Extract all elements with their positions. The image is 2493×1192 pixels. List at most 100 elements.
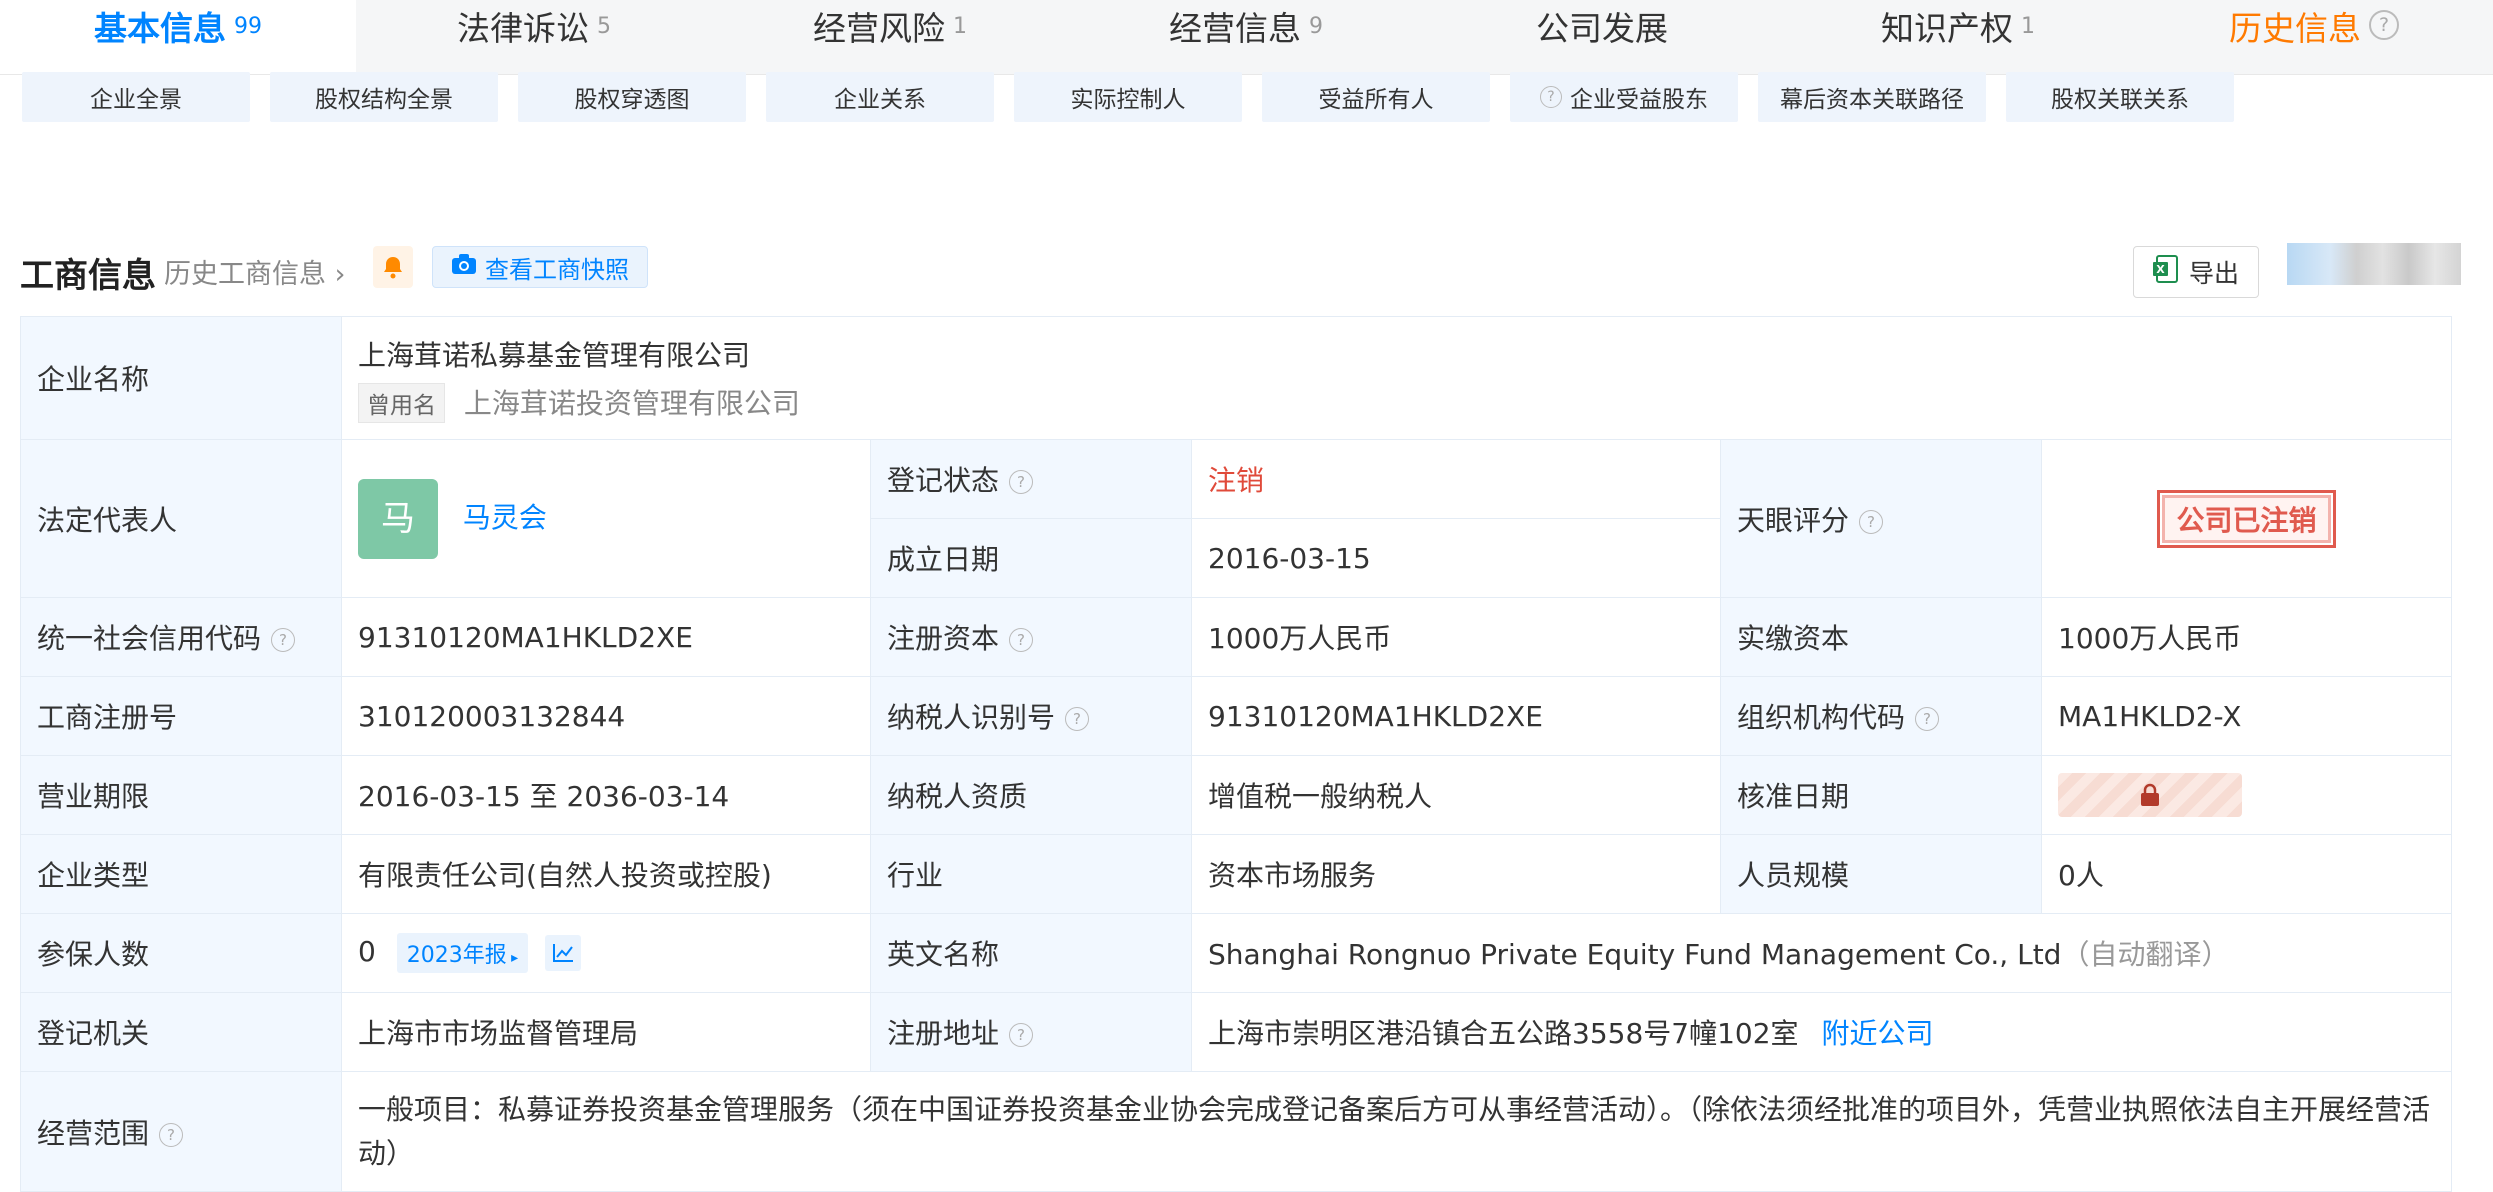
- btn-label: 实际控制人: [1070, 87, 1186, 113]
- btn-enterprise-relations[interactable]: 企业关系: [766, 72, 994, 122]
- table-row: 企业名称 上海茸诺私募基金管理有限公司 曾用名 上海茸诺投资管理有限公司: [20, 316, 2452, 440]
- avatar: 马: [358, 478, 438, 559]
- tab-label: 知识产权: [1881, 9, 2013, 48]
- biz-reg-no: 310120003132844: [341, 676, 871, 756]
- business-info-table: 企业名称 上海茸诺私募基金管理有限公司 曾用名 上海茸诺投资管理有限公司 法定代…: [20, 316, 2452, 1192]
- table-row: 经营范围? 一般项目：私募证券投资基金管理服务（须在中国证券投资基金业协会完成登…: [20, 1071, 2452, 1192]
- tab-label: 法律诉讼: [457, 9, 589, 48]
- snapshot-button[interactable]: 查看工商快照: [432, 246, 648, 288]
- help-icon[interactable]: ?: [1859, 509, 1884, 534]
- paid-capital: 1000万人民币: [2041, 597, 2452, 677]
- help-icon: ?: [1540, 86, 1562, 108]
- term-label: 营业期限: [20, 755, 342, 835]
- insured: 0: [358, 935, 376, 968]
- tab-legal[interactable]: 法律诉讼 5: [356, 0, 712, 74]
- bell-icon[interactable]: [373, 246, 413, 288]
- btn-actual-controller[interactable]: 实际控制人: [1014, 72, 1242, 122]
- used-name-tag: 曾用名: [358, 382, 445, 423]
- help-icon[interactable]: ?: [2369, 10, 2399, 40]
- tab-label: 经营风险: [813, 9, 945, 48]
- reg-status: 注销: [1191, 439, 1721, 519]
- table-row: 参保人数 0 2023年报 ▸ 英文名称 Shanghai Rongnuo Pr…: [20, 913, 2452, 993]
- founded-label: 成立日期: [870, 518, 1192, 598]
- help-icon[interactable]: ?: [1009, 628, 1034, 652]
- export-label: 导出: [2188, 259, 2239, 288]
- btn-label: 幕后资本关联路径: [1780, 87, 1964, 113]
- reg-capital-label: 注册资本: [887, 622, 1000, 655]
- snapshot-label: 查看工商快照: [485, 255, 629, 284]
- annual-report-button[interactable]: 2023年报 ▸: [396, 933, 529, 973]
- authority: 上海市市场监督管理局: [341, 992, 871, 1072]
- btn-beneficial-shareholder[interactable]: ? 企业受益股东: [1510, 72, 1738, 122]
- btn-equity-penetration[interactable]: 股权穿透图: [518, 72, 746, 122]
- tab-basic-info[interactable]: 基本信息 99: [0, 0, 356, 74]
- company-name-label: 企业名称: [20, 316, 342, 440]
- chevron-right-icon: ›: [334, 259, 346, 290]
- tab-label: 基本信息: [94, 9, 226, 48]
- tab-label: 公司发展: [1536, 9, 1668, 48]
- btn-enterprise-panorama[interactable]: 企业全景: [22, 72, 250, 122]
- tab-count: 1: [953, 14, 967, 39]
- report-label: 2023年报: [406, 943, 507, 968]
- reg-status-label-cell: 登记状态?: [870, 439, 1192, 519]
- camera-icon: [451, 253, 477, 281]
- auto-translate: （自动翻译）: [2061, 938, 2230, 971]
- svg-text:X: X: [2156, 263, 2165, 276]
- locked-field[interactable]: [2058, 773, 2242, 817]
- nearby-companies-link[interactable]: 附近公司: [1821, 1017, 1933, 1050]
- tax-qual-label: 纳税人资质: [870, 755, 1192, 835]
- tab-count: 99: [234, 14, 262, 39]
- btn-label: 受益所有人: [1318, 87, 1434, 113]
- legal-rep-link[interactable]: 马灵会: [463, 501, 547, 534]
- tax-qual: 增值税一般纳税人: [1191, 755, 1721, 835]
- tab-ip[interactable]: 知识产权 1: [1780, 0, 2136, 74]
- type: 有限责任公司(自然人投资或控股): [341, 834, 871, 914]
- help-icon[interactable]: ?: [159, 1122, 184, 1147]
- btn-label: 股权穿透图: [574, 87, 690, 113]
- table-row: 企业类型 有限责任公司(自然人投资或控股) 行业 资本市场服务 人员规模 0人: [20, 834, 2452, 914]
- help-icon[interactable]: ?: [1915, 707, 1940, 731]
- term: 2016-03-15 至 2036-03-14: [341, 755, 871, 835]
- trend-chart-icon[interactable]: [545, 935, 582, 971]
- excel-icon: X: [2152, 255, 2179, 289]
- taxpayer-id-label: 纳税人识别号: [887, 701, 1056, 734]
- btn-equity-association[interactable]: 股权关联关系: [2006, 72, 2234, 122]
- section-title: 工商信息: [20, 256, 156, 296]
- btn-capital-path[interactable]: 幕后资本关联路径: [1758, 72, 1986, 122]
- table-row: 营业期限 2016-03-15 至 2036-03-14 纳税人资质 增值税一般…: [20, 755, 2452, 835]
- insured-cell: 0 2023年报 ▸: [341, 913, 871, 993]
- tab-operation[interactable]: 经营信息 9: [1068, 0, 1424, 74]
- sub-nav: 企业全景 股权结构全景 股权穿透图 企业关系 实际控制人 受益所有人 ? 企业受益…: [22, 72, 2234, 122]
- scope-label-cell: 经营范围?: [20, 1071, 342, 1192]
- company-name-cell: 上海茸诺私募基金管理有限公司 曾用名 上海茸诺投资管理有限公司: [341, 316, 2452, 440]
- industry: 资本市场服务: [1191, 834, 1721, 914]
- tab-count: 5: [597, 14, 611, 39]
- reg-capital: 1000万人民币: [1191, 597, 1721, 677]
- authority-label: 登记机关: [20, 992, 342, 1072]
- address: 上海市崇明区港沿镇合五公路3558号7幢102室: [1208, 1017, 1799, 1050]
- btn-equity-structure[interactable]: 股权结构全景: [270, 72, 498, 122]
- tab-development[interactable]: 公司发展: [1424, 0, 1780, 74]
- taxpayer-id-label-cell: 纳税人识别号?: [870, 676, 1192, 756]
- top-tabs: 基本信息 99 法律诉讼 5 经营风险 1 经营信息 9 公司发展 知识产权 1…: [0, 0, 2493, 75]
- cancelled-stamp: 公司已注销: [2157, 489, 2336, 548]
- tab-history[interactable]: 历史信息 ?: [2136, 0, 2492, 74]
- help-icon[interactable]: ?: [1065, 707, 1090, 731]
- help-icon[interactable]: ?: [1009, 470, 1034, 494]
- help-icon[interactable]: ?: [1009, 1023, 1034, 1047]
- legal-rep-label: 法定代表人: [20, 439, 342, 598]
- export-button[interactable]: X 导出: [2133, 246, 2259, 298]
- help-icon[interactable]: ?: [271, 628, 296, 652]
- credit-code: 91310120MA1HKLD2XE: [341, 597, 871, 677]
- tab-label: 历史信息: [2229, 9, 2361, 48]
- tab-risk[interactable]: 经营风险 1: [712, 0, 1068, 74]
- tab-count: 9: [1309, 14, 1323, 39]
- approve-label: 核准日期: [1720, 755, 2042, 835]
- btn-label: 企业全景: [90, 87, 182, 113]
- btn-label: 企业关系: [834, 87, 926, 113]
- btn-beneficial-owner[interactable]: 受益所有人: [1262, 72, 1490, 122]
- company-name: 上海茸诺私募基金管理有限公司: [358, 338, 751, 372]
- used-name: 上海茸诺投资管理有限公司: [463, 386, 800, 420]
- history-link[interactable]: 历史工商信息 ›: [164, 252, 345, 291]
- lock-icon: [2141, 783, 2159, 806]
